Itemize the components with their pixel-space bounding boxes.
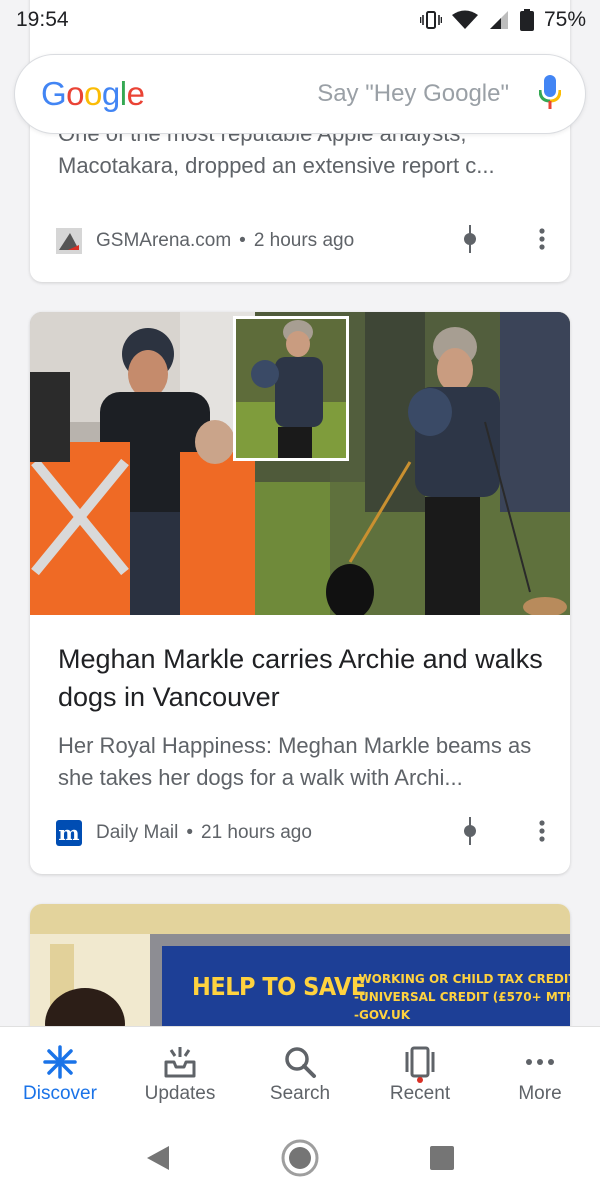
more-options-icon[interactable] [538,819,546,848]
more-dots-icon [525,1043,555,1081]
system-navigation-bar [0,1120,600,1200]
banner-bullet: -GOV.UK [354,1008,411,1022]
nav-label: Updates [144,1083,216,1104]
bottom-navigation: Discover Updates Search Recent More [0,1026,600,1120]
source-row: GSMArena.com • 2 hours ago [56,224,546,258]
source-row: m Daily Mail • 21 hours ago [56,816,546,850]
banner-bullet: -UNIVERSAL CREDIT (£570+ MTH IN [354,990,570,1004]
inbox-icon [163,1043,197,1081]
source-name: GSMArena.com [96,230,232,251]
article-headline[interactable]: Meghan Markle carries Archie and walks d… [58,640,548,716]
search-icon [283,1043,317,1081]
mic-icon[interactable] [538,74,562,114]
article-snippet: Her Royal Happiness: Meghan Markle beams… [58,733,532,790]
nav-search[interactable]: Search [245,1043,355,1105]
nav-label: More [518,1083,562,1104]
notification-dot [417,1077,423,1083]
article-card-gsmarena[interactable]: One of the most reputable Apple analysts… [30,0,570,282]
follow-topic-icon[interactable] [460,224,480,258]
home-icon[interactable] [280,1138,320,1183]
google-logo: Google [41,75,145,112]
vibrate-icon [419,10,442,30]
status-bar: 19:54 75% [0,0,600,40]
battery-icon [519,9,534,31]
publish-time: 2 hours ago [253,230,355,251]
search-placeholder[interactable]: Say "Hey Google" [317,80,509,108]
banner-bullet: -WORKING OR CHILD TAX CREDIT [354,972,570,986]
article-hero-image [30,312,570,615]
discover-feed[interactable]: One of the most reputable Apple analysts… [0,0,600,1200]
publish-time: 21 hours ago [201,822,312,843]
separator-dot: • [239,230,246,251]
asterisk-icon [42,1043,78,1081]
daily-mail-logo-letter: m [58,821,80,845]
back-icon[interactable] [145,1144,171,1177]
nav-recent[interactable]: Recent [365,1043,475,1105]
nav-label: Search [269,1083,331,1104]
source-name: Daily Mail [96,822,179,843]
overview-icon[interactable] [429,1145,455,1176]
battery-percentage: 75% [543,8,586,31]
follow-topic-icon[interactable] [460,816,480,850]
help-to-save-banner-bullets: -WORKING OR CHILD TAX CREDIT -UNIVERSAL … [354,970,570,1024]
nav-more[interactable]: More [485,1043,595,1105]
wifi-icon [451,10,478,30]
more-options-icon[interactable] [538,227,546,256]
nav-label: Discover [23,1083,97,1104]
separator-dot: • [186,822,194,843]
help-to-save-banner-title: HELP TO SAVE [192,972,366,1001]
nav-discover[interactable]: Discover [5,1043,115,1105]
status-time: 19:54 [16,8,69,31]
recent-cards-icon [402,1043,438,1083]
article-card-daily-mail[interactable]: Meghan Markle carries Archie and walks d… [30,312,570,874]
nav-updates[interactable]: Updates [125,1043,235,1105]
daily-mail-logo-icon: m [56,820,82,846]
nav-label: Recent [389,1083,451,1104]
gsmarena-logo-icon [56,228,82,254]
cell-signal-icon [488,10,510,30]
google-search-bar[interactable]: Google Say "Hey Google" [14,54,586,134]
